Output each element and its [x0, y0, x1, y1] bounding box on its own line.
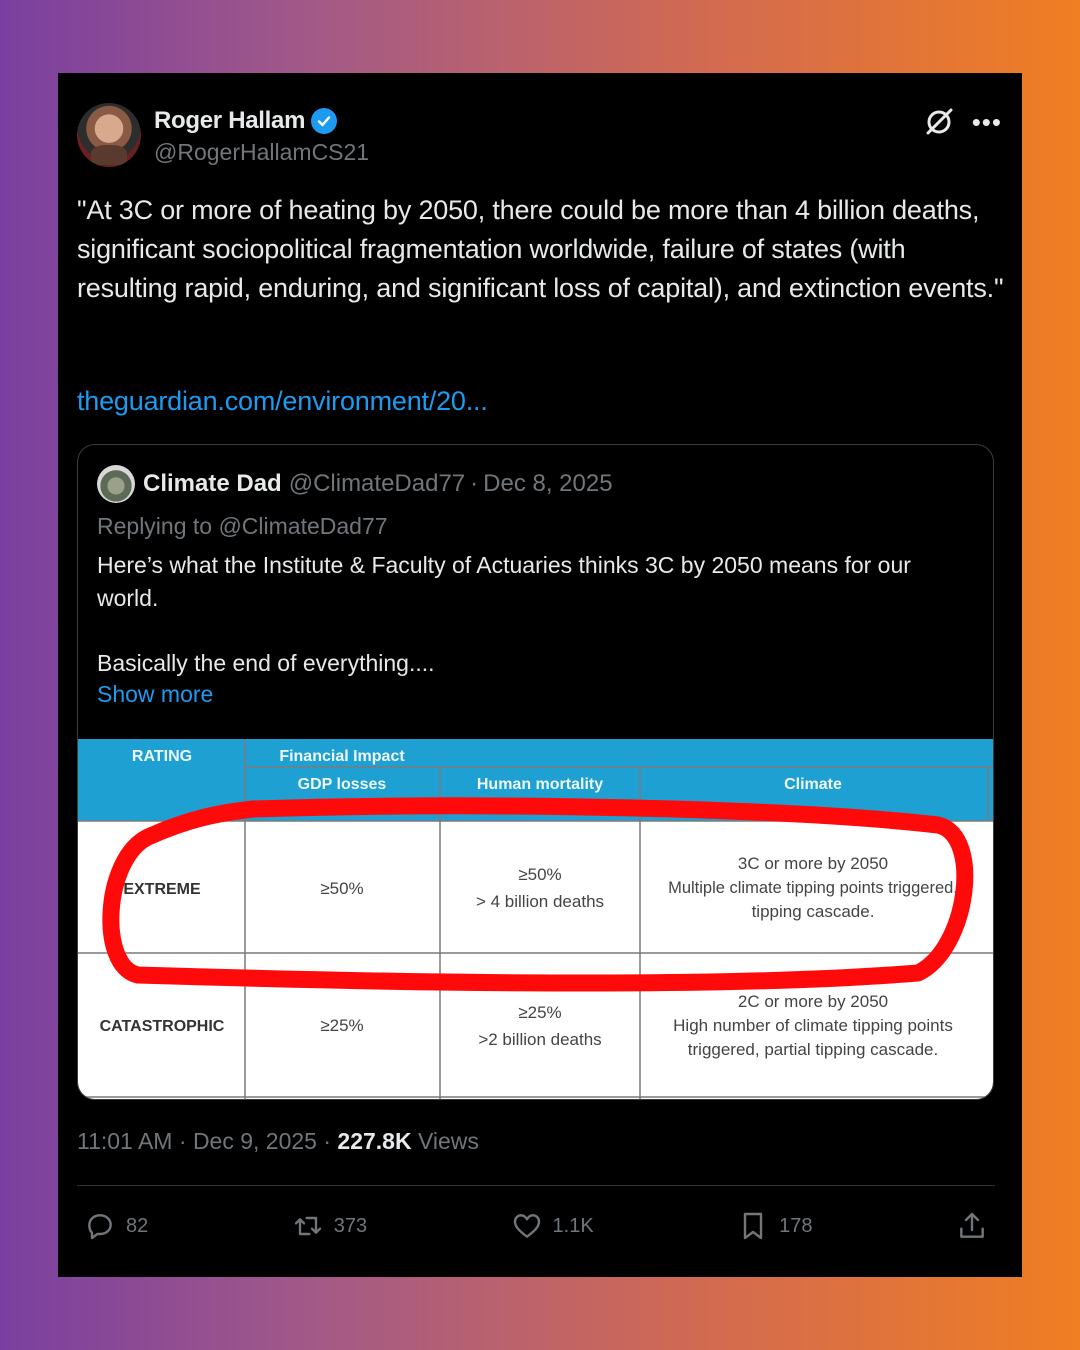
tweet-meta: 11:01 AM · Dec 9, 2025 · 227.8K Views [77, 1128, 479, 1155]
row1-rating: EXTREME [123, 881, 201, 898]
verified-badge-icon [311, 108, 338, 134]
header-gdp: GDP losses [298, 776, 387, 793]
author-name-row: Roger Hallam [154, 107, 338, 135]
tweet-date[interactable]: Dec 9, 2025 [193, 1128, 317, 1154]
share-button[interactable] [956, 1210, 988, 1242]
header-mortality: Human mortality [477, 776, 603, 793]
bookmark-button[interactable]: 178 [737, 1210, 813, 1242]
tweet-header: Roger Hallam @RogerHallamCS21 ••• [77, 103, 1002, 169]
bookmark-count: 178 [779, 1214, 813, 1237]
quoted-tweet[interactable]: Climate Dad @ClimateDad77 · Dec 8, 2025 … [77, 444, 994, 1100]
header-financial: Financial Impact [279, 748, 405, 765]
quote-paragraph: Here’s what the Institute & Faculty of A… [97, 552, 911, 611]
repost-icon [294, 1216, 321, 1236]
row2-mortality-2: >2 billion deaths [478, 1030, 601, 1049]
row2-climate-3: triggered, partial tipping cascade. [688, 1040, 938, 1059]
tweet-link[interactable]: theguardian.com/environment/20... [77, 386, 488, 417]
row2-gdp: ≥25% [320, 1016, 363, 1035]
header-climate: Climate [784, 776, 842, 793]
header-rating: RATING [132, 748, 192, 765]
meta-separator: · [178, 1128, 193, 1154]
quote-date: Dec 8, 2025 [483, 470, 613, 497]
reply-button[interactable]: 82 [84, 1210, 148, 1242]
actions-divider [77, 1185, 995, 1186]
row1-mortality-1: ≥50% [518, 865, 561, 884]
quote-paragraph: Basically the end of everything.... [97, 650, 435, 676]
repost-button[interactable]: 373 [292, 1210, 367, 1242]
author-avatar[interactable] [77, 103, 141, 167]
risk-table: RATING Financial Impact GDP losses Human… [78, 739, 993, 1099]
quote-author-avatar [97, 465, 135, 503]
quote-replying-to[interactable]: Replying to @ClimateDad77 [97, 513, 388, 540]
quote-header: Climate Dad @ClimateDad77 · Dec 8, 2025 [97, 465, 613, 503]
quote-attached-image[interactable]: RATING Financial Impact GDP losses Human… [78, 739, 993, 1099]
like-icon [513, 1214, 540, 1238]
row1-climate-3: tipping cascade. [752, 902, 875, 921]
tweet-text: "At 3C or more of heating by 2050, there… [77, 195, 1004, 303]
row2-climate-1: 2C or more by 2050 [738, 992, 888, 1011]
repost-count: 373 [333, 1214, 368, 1237]
row1-gdp: ≥50% [320, 879, 363, 898]
grok-icon[interactable] [924, 107, 954, 137]
header-actions: ••• [924, 107, 1002, 137]
quote-separator: · [470, 470, 479, 497]
like-count: 1.1K [552, 1214, 594, 1237]
action-bar: 82 373 1.1K 178 [84, 1206, 988, 1246]
row2-mortality-1: ≥25% [518, 1003, 561, 1022]
quote-author-name: Climate Dad [143, 470, 282, 497]
share-icon [960, 1212, 984, 1238]
quote-text: Here’s what the Institute & Faculty of A… [97, 549, 967, 712]
tweet-card: Roger Hallam @RogerHallamCS21 ••• "At 3C… [58, 73, 1022, 1277]
show-more-link[interactable]: Show more [97, 681, 213, 708]
like-button[interactable]: 1.1K [511, 1210, 594, 1242]
bookmark-icon [743, 1212, 763, 1240]
row1-climate-1: 3C or more by 2050 [738, 854, 888, 873]
views-count: 227.8K [337, 1128, 412, 1154]
tweet-time[interactable]: 11:01 AM [77, 1128, 172, 1154]
more-icon[interactable]: ••• [972, 109, 1002, 135]
meta-separator: · [323, 1128, 338, 1154]
row2-rating: CATASTROPHIC [100, 1018, 225, 1035]
author-handle[interactable]: @RogerHallamCS21 [154, 139, 369, 166]
quote-author-handle: @ClimateDad77 [288, 470, 466, 497]
reply-icon [88, 1214, 112, 1240]
row1-climate-2: Multiple climate tipping points triggere… [668, 879, 958, 897]
row2-climate-2: High number of climate tipping points [673, 1016, 953, 1035]
reply-count: 82 [126, 1214, 149, 1237]
author-name[interactable]: Roger Hallam [154, 107, 305, 135]
row1-mortality-2: > 4 billion deaths [476, 892, 604, 911]
views-label: Views [417, 1128, 479, 1154]
